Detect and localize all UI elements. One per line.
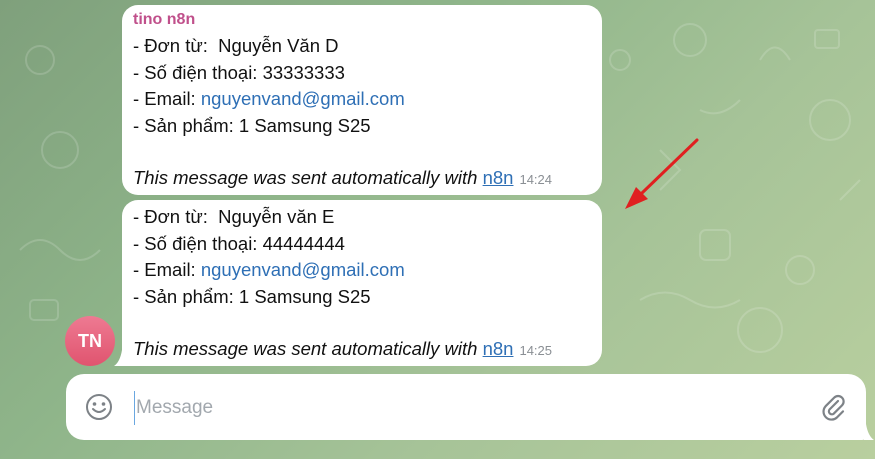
message-bubble: tino n8n - Đơn từ: Nguyễn Văn D - Số điệ…: [122, 5, 602, 195]
message-time: 14:24: [519, 172, 553, 187]
email-link[interactable]: nguyenvand@gmail.com: [201, 88, 405, 109]
footer-text: This message was sent automatically with: [133, 167, 483, 188]
email-line: - Email: nguyenvand@gmail.com: [133, 257, 590, 284]
bubble-tail: [114, 350, 126, 366]
message-time: 14:25: [519, 343, 553, 358]
sender-name[interactable]: tino n8n: [133, 9, 590, 31]
email-link[interactable]: nguyenvand@gmail.com: [201, 259, 405, 280]
message-input[interactable]: [134, 391, 798, 425]
product-line: - Sản phẩm: 1 Samsung S25: [133, 114, 371, 136]
phone-line: - Số điện thoại: 33333333: [133, 61, 345, 83]
message-bubble: - Đơn từ: Nguyễn văn E - Số điện thoại: …: [122, 200, 602, 366]
n8n-link[interactable]: n8n: [483, 338, 514, 359]
n8n-link[interactable]: n8n: [483, 167, 514, 188]
product-line: - Sản phẩm: 1 Samsung S25: [133, 285, 371, 307]
email-prefix: - Email:: [133, 88, 201, 109]
phone-line: - Số điện thoại: 44444444: [133, 232, 345, 254]
avatar[interactable]: TN: [65, 316, 115, 366]
message-footer: This message was sent automatically with…: [133, 165, 590, 194]
order-from-line: - Đơn từ: Nguyễn Văn D: [133, 35, 339, 56]
message-composer: [66, 374, 866, 440]
composer-tail: [864, 424, 874, 440]
paperclip-icon[interactable]: [818, 392, 848, 422]
smile-icon[interactable]: [84, 392, 114, 422]
footer-text: This message was sent automatically with: [133, 338, 483, 359]
order-from-line: - Đơn từ: Nguyễn văn E: [133, 206, 335, 227]
message-footer: This message was sent automatically with…: [133, 336, 590, 365]
email-prefix: - Email:: [133, 259, 201, 280]
email-line: - Email: nguyenvand@gmail.com: [133, 86, 590, 113]
